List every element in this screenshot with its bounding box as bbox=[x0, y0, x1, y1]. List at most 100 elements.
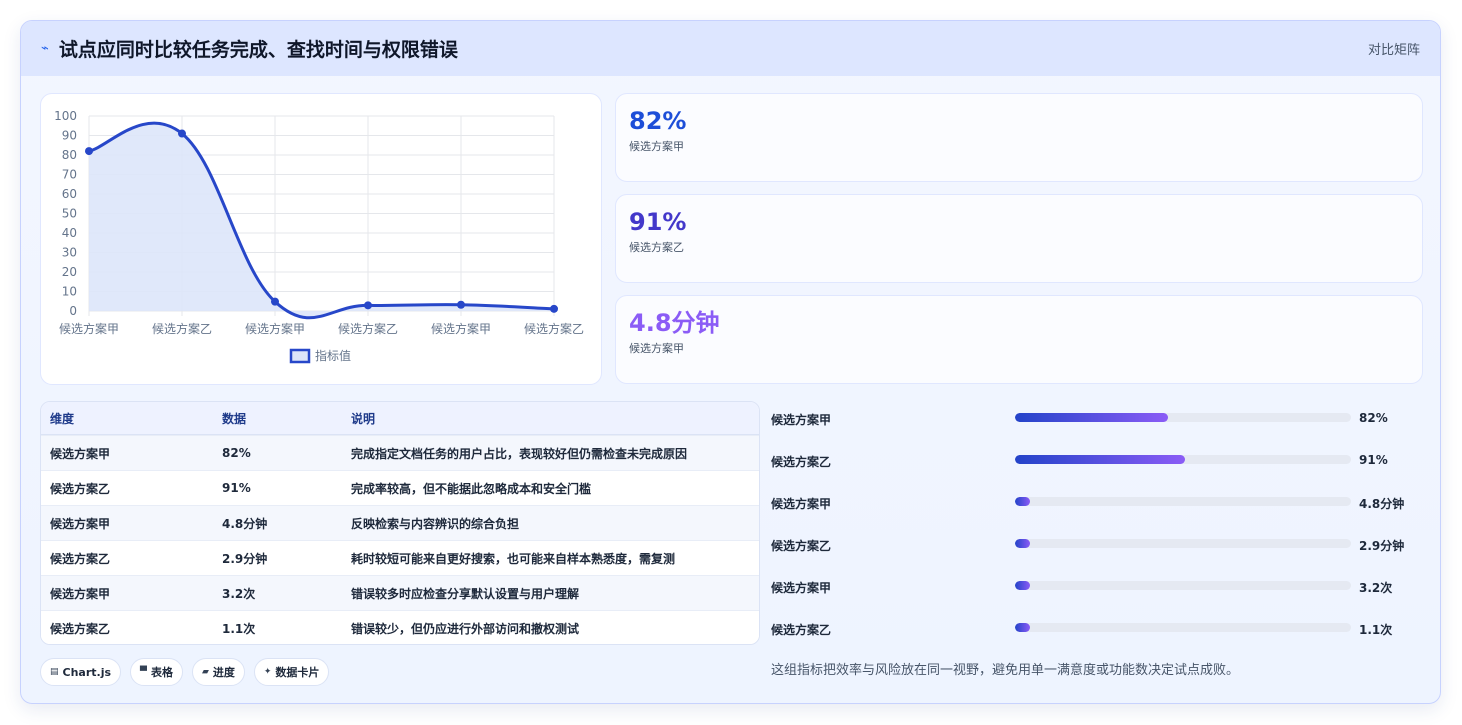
matrix-label: 对比矩阵 bbox=[1367, 43, 1420, 58]
cell-data: 82% bbox=[222, 446, 251, 460]
stat-card-1: 82% 候选方案甲 bbox=[615, 93, 1423, 182]
data-point bbox=[85, 147, 93, 156]
y-tick-label: 0 bbox=[69, 304, 77, 318]
progress-track bbox=[1015, 581, 1351, 590]
x-tick-label: 候选方案甲 bbox=[245, 321, 305, 336]
data-table: 维度 数据 说明 候选方案甲 82% 完成指定文档任务的用户占比，表现较好但仍需… bbox=[40, 401, 760, 645]
cell-data: 3.2次 bbox=[222, 586, 256, 601]
y-tick-label: 30 bbox=[62, 246, 77, 260]
table-row: 候选方案甲 4.8分钟 反映检索与内容辨识的综合负担 bbox=[41, 505, 759, 540]
stat-value-3: 4.8分钟 bbox=[629, 309, 720, 337]
progress-fill bbox=[1015, 581, 1031, 590]
dashboard-frame: ⌁ 试点应同时比较任务完成、查找时间与权限错误 对比矩阵 100 90 80 70 60… bbox=[20, 20, 1441, 704]
cell-data: 1.1次 bbox=[222, 621, 256, 636]
line-chart-card: 100 90 80 70 60 50 40 30 20 10 0 候选方案甲 候选方案乙 候选方案甲 候选方… bbox=[40, 93, 602, 385]
page-title: 试点应同时比较任务完成、查找时间与权限错误 bbox=[58, 39, 458, 61]
series-area bbox=[89, 123, 554, 318]
progress-track bbox=[1015, 539, 1351, 548]
chip-progress[interactable]: ▰ 进度 bbox=[191, 658, 245, 686]
cell-description: 错误较少，但仍应进行外部访问和撤权测试 bbox=[351, 621, 580, 636]
progress-icon: ▰ bbox=[201, 667, 209, 677]
progress-label: 候选方案甲 bbox=[771, 413, 832, 427]
progress-label: 候选方案乙 bbox=[771, 455, 832, 469]
x-tick-label: 候选方案乙 bbox=[152, 321, 212, 336]
progress-label: 候选方案甲 bbox=[771, 581, 832, 595]
chip-label: 数据卡片 bbox=[275, 666, 320, 679]
line-chart: 1009080706050403020100候选方案甲 候选方案乙 候选方案甲 候选方… bbox=[54, 109, 584, 364]
header-dimension: 维度 bbox=[50, 411, 75, 426]
cell-dimension: 候选方案乙 bbox=[50, 481, 111, 496]
progress-row: 候选方案乙 91% bbox=[771, 450, 1421, 470]
progress-value: 4.8分钟 bbox=[1359, 497, 1405, 511]
stat-value-2: 91% bbox=[629, 208, 687, 236]
cell-data: 91% bbox=[222, 481, 251, 495]
progress-row: 候选方案甲 82% bbox=[771, 408, 1421, 428]
header-description: 说明 bbox=[351, 411, 376, 426]
progress-label: 候选方案乙 bbox=[771, 539, 832, 553]
cell-description: 完成率较高，但不能据此忽略成本和安全门槛 bbox=[351, 481, 592, 496]
y-tick-label: 10 bbox=[62, 285, 77, 299]
header-data: 数据 bbox=[222, 411, 247, 426]
progress-fill bbox=[1015, 539, 1031, 548]
progress-fill bbox=[1015, 497, 1031, 506]
x-tick-label: 候选方案乙 bbox=[524, 321, 584, 336]
chip-label: 表格 bbox=[150, 666, 173, 679]
y-tick-label: 100 bbox=[54, 109, 77, 123]
cell-description: 错误较多时应检查分享默认设置与用户理解 bbox=[351, 586, 580, 601]
table-row: 候选方案甲 82% 完成指定文档任务的用户占比，表现较好但仍需检查未完成原因 bbox=[41, 435, 759, 470]
stat-label-2: 候选方案乙 bbox=[629, 241, 684, 254]
progress-value: 2.9分钟 bbox=[1359, 539, 1405, 553]
data-point bbox=[457, 300, 465, 309]
cell-dimension: 候选方案乙 bbox=[50, 621, 111, 636]
table-row: 候选方案乙 91% 完成率较高，但不能据此忽略成本和安全门槛 bbox=[41, 470, 759, 505]
table-header-row: 维度 数据 说明 bbox=[41, 402, 759, 435]
progress-track bbox=[1015, 497, 1351, 506]
y-tick-label: 50 bbox=[62, 207, 77, 221]
cell-data: 4.8分钟 bbox=[222, 516, 268, 531]
cell-dimension: 候选方案甲 bbox=[50, 586, 111, 601]
y-tick-label: 90 bbox=[62, 129, 77, 143]
y-tick-label: 70 bbox=[62, 168, 77, 182]
footnote: 这组指标把效率与风险放在同一视野，避免用单一满意度或功能数决定试点成败。 bbox=[771, 663, 1240, 678]
progress-fill bbox=[1015, 413, 1168, 422]
progress-label: 候选方案乙 bbox=[771, 623, 832, 637]
progress-value: 3.2次 bbox=[1359, 581, 1393, 595]
chip-table[interactable]: ▀ 表格 bbox=[130, 658, 183, 686]
progress-row: 候选方案甲 4.8分钟 bbox=[771, 492, 1421, 512]
progress-fill bbox=[1015, 623, 1031, 632]
stat-label-1: 候选方案甲 bbox=[629, 140, 684, 153]
x-tick-label: 候选方案乙 bbox=[338, 321, 398, 336]
cell-description: 完成指定文档任务的用户占比，表现较好但仍需检查未完成原因 bbox=[351, 446, 688, 461]
progress-value: 82% bbox=[1359, 411, 1388, 425]
table-row: 候选方案乙 2.9分钟 耗时较短可能来自更好搜索，也可能来自样本熟悉度，需复测 bbox=[41, 540, 759, 575]
progress-row: 候选方案乙 1.1次 bbox=[771, 618, 1421, 638]
progress-row: 候选方案乙 2.9分钟 bbox=[771, 534, 1421, 554]
stat-value-1: 82% bbox=[629, 107, 687, 135]
cell-dimension: 候选方案乙 bbox=[50, 551, 111, 566]
cell-data: 2.9分钟 bbox=[222, 551, 268, 566]
chip-data-card[interactable]: ✦ 数据卡片 bbox=[253, 658, 330, 686]
x-tick-label: 候选方案甲 bbox=[431, 321, 491, 336]
table-row: 候选方案乙 1.1次 错误较少，但仍应进行外部访问和撤权测试 bbox=[41, 610, 759, 644]
y-tick-label: 40 bbox=[62, 226, 77, 240]
stat-label-3: 候选方案甲 bbox=[629, 342, 684, 355]
progress-value: 91% bbox=[1359, 453, 1388, 467]
y-tick-label: 80 bbox=[62, 148, 77, 162]
progress-fill bbox=[1015, 455, 1185, 464]
sparkle-icon: ✦ bbox=[263, 667, 272, 677]
progress-value: 1.1次 bbox=[1359, 623, 1393, 637]
progress-label: 候选方案甲 bbox=[771, 497, 832, 511]
cell-description: 耗时较短可能来自更好搜索，也可能来自样本熟悉度，需复测 bbox=[351, 551, 676, 566]
chip-label: 进度 bbox=[212, 666, 235, 679]
data-point bbox=[178, 129, 186, 138]
table-row: 候选方案甲 3.2次 错误较多时应检查分享默认设置与用户理解 bbox=[41, 575, 759, 610]
y-tick-label: 60 bbox=[62, 187, 77, 201]
y-tick-label: 20 bbox=[62, 265, 77, 279]
stat-card-3: 4.8分钟 候选方案甲 bbox=[615, 295, 1423, 384]
trend-icon: ⌁ bbox=[41, 41, 49, 56]
chip-chartjs[interactable]: ▤ Chart.js bbox=[40, 658, 122, 686]
legend-label: 指标值 bbox=[315, 348, 351, 363]
stat-card-2: 91% 候选方案乙 bbox=[615, 194, 1423, 283]
cell-description: 反映检索与内容辨识的综合负担 bbox=[351, 516, 520, 531]
table-icon: ▀ bbox=[140, 667, 147, 677]
